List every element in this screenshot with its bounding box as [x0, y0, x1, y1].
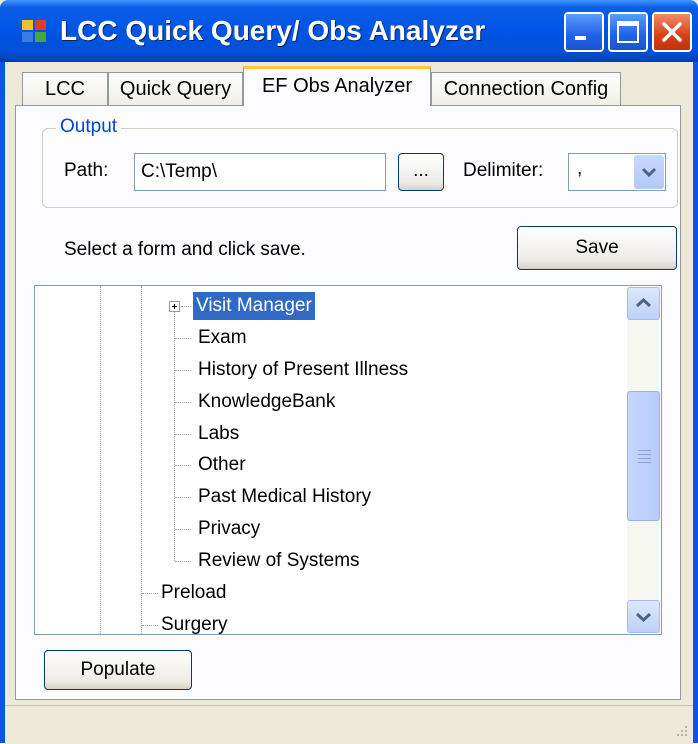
dropdown-button[interactable] [634, 155, 664, 189]
delimiter-select[interactable]: , [568, 153, 666, 191]
minimize-icon [575, 36, 586, 40]
window-frame-right [693, 62, 698, 743]
tab-connection-config[interactable]: Connection Config [431, 72, 621, 105]
window-title: LCC Quick Query/ Obs Analyzer [60, 15, 486, 46]
chevron-up-icon [635, 297, 652, 308]
browse-button[interactable]: ... [398, 153, 444, 191]
populate-button[interactable]: Populate [44, 650, 192, 690]
application-window: LCC Quick Query/ Obs Analyzer LCC Quick … [0, 0, 698, 744]
path-label: Path: [64, 160, 109, 181]
app-icon [22, 20, 48, 44]
tree-line [100, 286, 101, 634]
tree-item[interactable]: KnowledgeBank [198, 388, 335, 416]
title-bar[interactable]: LCC Quick Query/ Obs Analyzer [0, 0, 698, 62]
tree-item[interactable]: Preload [161, 579, 227, 607]
output-group-legend: Output [56, 116, 122, 138]
tree-item[interactable]: Review of Systems [198, 547, 360, 575]
scroll-thumb[interactable] [627, 391, 660, 521]
tab-lcc[interactable]: LCC [22, 72, 108, 105]
tree-item[interactable]: History of Present Illness [198, 356, 408, 384]
close-icon [662, 22, 682, 42]
tab-quick-query[interactable]: Quick Query [108, 72, 243, 105]
close-button[interactable] [652, 12, 692, 52]
chevron-down-icon [641, 167, 657, 178]
tab-ef-obs-analyzer[interactable]: EF Obs Analyzer [243, 66, 431, 106]
vertical-scrollbar[interactable] [627, 287, 660, 633]
tree-item[interactable]: Labs [198, 420, 239, 448]
expand-icon[interactable] [169, 301, 180, 312]
tree-item[interactable]: Exam [198, 324, 247, 352]
tree-item[interactable]: Past Medical History [198, 483, 371, 511]
delimiter-value: , [577, 158, 583, 179]
save-button[interactable]: Save [517, 226, 677, 270]
tree-line [141, 286, 142, 634]
minimize-button[interactable] [564, 12, 604, 52]
scroll-up-button[interactable] [627, 287, 660, 320]
delimiter-label: Delimiter: [463, 160, 544, 181]
maximize-button[interactable] [608, 12, 648, 52]
tree-item-visit-manager[interactable]: Visit Manager [193, 292, 315, 320]
chevron-down-icon [635, 612, 652, 623]
maximize-icon [617, 21, 639, 43]
window-frame-left [0, 62, 5, 743]
form-tree-view[interactable]: Visit Manager Exam History of Present Il… [34, 285, 662, 635]
tree-item[interactable]: Surgery [161, 611, 228, 634]
status-bar [5, 705, 693, 744]
tree-item[interactable]: Other [198, 451, 246, 479]
scroll-down-button[interactable] [627, 600, 660, 633]
path-input[interactable]: C:\Temp\ [134, 153, 386, 191]
instruction-text: Select a form and click save. [64, 239, 306, 260]
tree-item[interactable]: Privacy [198, 515, 260, 543]
resize-grip-icon[interactable] [671, 722, 689, 740]
